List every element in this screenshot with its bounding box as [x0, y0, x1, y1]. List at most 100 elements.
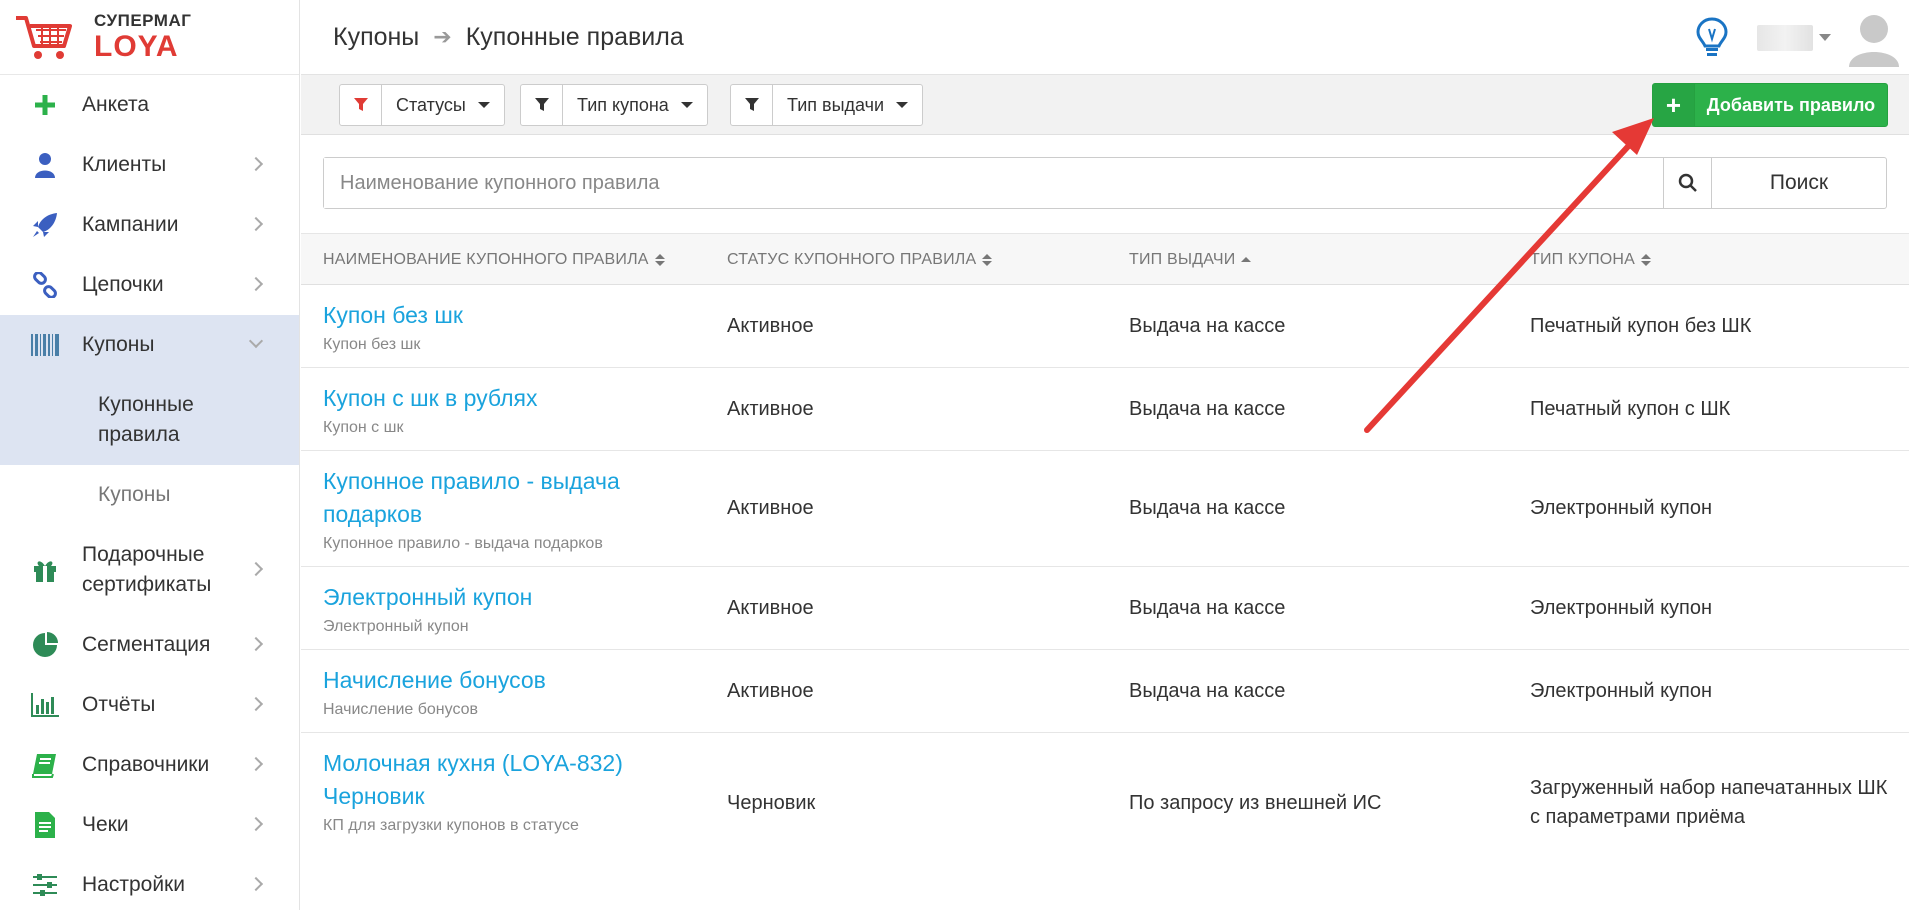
add-rule-label: Добавить правило: [1706, 94, 1876, 115]
barcode-icon: [30, 330, 60, 360]
table-row[interactable]: Начисление бонусов Начисление бонусов Ак…: [301, 650, 1909, 733]
coupon-type-filter[interactable]: Тип купона: [520, 84, 708, 126]
lightbulb-icon[interactable]: [1695, 16, 1729, 59]
rule-name-link[interactable]: Купонное правило - выдача подарков: [323, 465, 693, 531]
caret-down-icon[interactable]: [1819, 34, 1831, 41]
sidebar-subitem-coupon-rules[interactable]: Купонные правила: [0, 375, 299, 465]
chevron-right-icon: [248, 696, 264, 712]
table-row[interactable]: Электронный купон Электронный купон Акти…: [301, 567, 1909, 650]
gift-icon: [30, 555, 60, 585]
column-header-status[interactable]: Статус купонного правила: [727, 234, 993, 286]
filter-icon[interactable]: [340, 85, 382, 125]
add-rule-button[interactable]: + Добавить правило: [1652, 83, 1888, 127]
search-button[interactable]: Поиск: [1711, 158, 1886, 208]
column-header-label: Тип купона: [1530, 251, 1636, 268]
issue-type-filter-select[interactable]: Тип выдачи: [773, 85, 922, 125]
filter-bar: Статусы Тип купона Тип выдачи + Добавить…: [301, 75, 1909, 135]
rule-coupon-type: Электронный купон: [1530, 679, 1713, 702]
column-header-label: Статус купонного правила: [727, 251, 977, 268]
rule-status: Активное: [727, 397, 814, 420]
rule-issue-type: По запросу из внешней ИС: [1129, 791, 1382, 814]
brand-name-big: LOYA: [94, 30, 179, 63]
table-body: Купон без шк Купон без шк Активное Выдач…: [301, 285, 1909, 873]
rule-name-link[interactable]: Купон с шк в рублях: [323, 382, 693, 415]
search-icon[interactable]: [1663, 158, 1711, 208]
user-name-blurred[interactable]: [1757, 24, 1813, 51]
column-header-name[interactable]: Наименование купонного правила: [323, 234, 665, 286]
sidebar-item-campaigns[interactable]: Кампании: [0, 195, 299, 255]
status-filter-select[interactable]: Статусы: [382, 85, 504, 125]
user-icon: [30, 150, 60, 180]
chevron-right-icon: [248, 876, 264, 892]
filter-icon[interactable]: [731, 85, 773, 125]
coupon-type-filter-select[interactable]: Тип купона: [563, 85, 707, 125]
rule-issue-type: Выдача на кассе: [1129, 497, 1286, 519]
column-header-label: Тип выдачи: [1129, 251, 1236, 268]
sidebar-item-settings[interactable]: Настройки: [0, 855, 299, 910]
table-row[interactable]: Купонное правило - выдача подарков Купон…: [301, 451, 1909, 567]
breadcrumb-parent[interactable]: Купоны: [333, 23, 419, 52]
sidebar-item-label: Подарочные сертификаты: [82, 543, 212, 596]
sort-icon: [1641, 254, 1652, 266]
column-header-label: Наименование купонного правила: [323, 251, 649, 268]
rule-coupon-type: Электронный купон: [1530, 497, 1713, 519]
sidebar-item-dictionaries[interactable]: Справочники: [0, 735, 299, 795]
sidebar-item-clients[interactable]: Клиенты: [0, 135, 299, 195]
sidebar-item-label: Анкета: [82, 93, 150, 116]
search-bar: Поиск: [323, 157, 1887, 209]
rule-name-link[interactable]: Молочная кухня (LOYA-832) Черновик: [323, 747, 663, 813]
rule-description: Купон без шк: [323, 336, 421, 353]
sidebar-item-label: Сегментация: [82, 633, 211, 656]
page-title: Купонные правила: [465, 22, 684, 51]
chain-icon: [30, 270, 60, 300]
rule-name-link[interactable]: Электронный купон: [323, 581, 693, 614]
status-filter-label: Статусы: [396, 94, 466, 115]
sidebar-item-label: Чеки: [82, 813, 129, 836]
sidebar-subitem-coupons[interactable]: Купоны: [0, 465, 299, 525]
chevron-down-icon: [248, 333, 264, 349]
avatar[interactable]: [1847, 9, 1901, 67]
cart-logo-icon: [16, 16, 72, 59]
sidebar-item-label: Справочники: [82, 753, 210, 776]
rule-name-link[interactable]: Начисление бонусов: [323, 664, 693, 697]
sidebar-item-chains[interactable]: Цепочки: [0, 255, 299, 315]
arrow-right-icon: ➔: [433, 24, 452, 49]
sidebar-item-label: Отчёты: [82, 693, 156, 716]
table-row[interactable]: Купон с шк в рублях Купон с шк Активное …: [301, 368, 1909, 451]
rule-status: Активное: [727, 679, 814, 702]
sidebar-item-gift-certificates[interactable]: Подарочные сертификаты: [0, 525, 299, 615]
chevron-right-icon: [248, 756, 264, 772]
top-header: Купоны ➔ Купонные правила: [301, 0, 1909, 75]
status-filter[interactable]: Статусы: [339, 84, 505, 126]
table-header: Наименование купонного правила Статус ку…: [301, 233, 1909, 285]
sidebar-item-coupons[interactable]: Купоны: [0, 315, 299, 375]
table-row[interactable]: Купон без шк Купон без шк Активное Выдач…: [301, 285, 1909, 368]
sidebar-item-reports[interactable]: Отчёты: [0, 675, 299, 735]
sort-asc-icon: [1241, 256, 1252, 264]
column-header-issue-type[interactable]: Тип выдачи: [1129, 234, 1252, 286]
brand-logo[interactable]: СУПЕРМАГ LOYA: [0, 0, 299, 75]
search-input[interactable]: [324, 158, 1663, 208]
chevron-right-icon: [248, 636, 264, 652]
rule-name-link[interactable]: Купон без шк: [323, 299, 693, 332]
column-header-coupon-type[interactable]: Тип купона: [1530, 234, 1652, 286]
rocket-icon: [30, 210, 60, 240]
plus-icon: [30, 90, 60, 120]
sidebar-item-anketa[interactable]: Анкета: [0, 75, 299, 135]
filter-icon[interactable]: [521, 85, 563, 125]
pie-icon: [30, 630, 60, 660]
rule-coupon-type: Печатный купон с ШК: [1530, 397, 1731, 420]
chevron-right-icon: [248, 816, 264, 832]
chevron-right-icon: [248, 216, 264, 232]
sidebar: СУПЕРМАГ LOYA Анкета Клиенты Кампании Це…: [0, 0, 300, 910]
sidebar-item-label: Цепочки: [82, 273, 164, 296]
sidebar-item-receipts[interactable]: Чеки: [0, 795, 299, 855]
sidebar-item-label: Купоны: [82, 333, 155, 356]
rule-issue-type: Выдача на кассе: [1129, 397, 1286, 420]
chevron-right-icon: [248, 276, 264, 292]
coupon-type-filter-label: Тип купона: [577, 94, 669, 115]
table-row[interactable]: Молочная кухня (LOYA-832) Черновик КП дл…: [301, 733, 1909, 873]
issue-type-filter[interactable]: Тип выдачи: [730, 84, 924, 126]
sidebar-item-segmentation[interactable]: Сегментация: [0, 615, 299, 675]
sidebar-subitem-label: Купонные правила: [98, 393, 194, 446]
